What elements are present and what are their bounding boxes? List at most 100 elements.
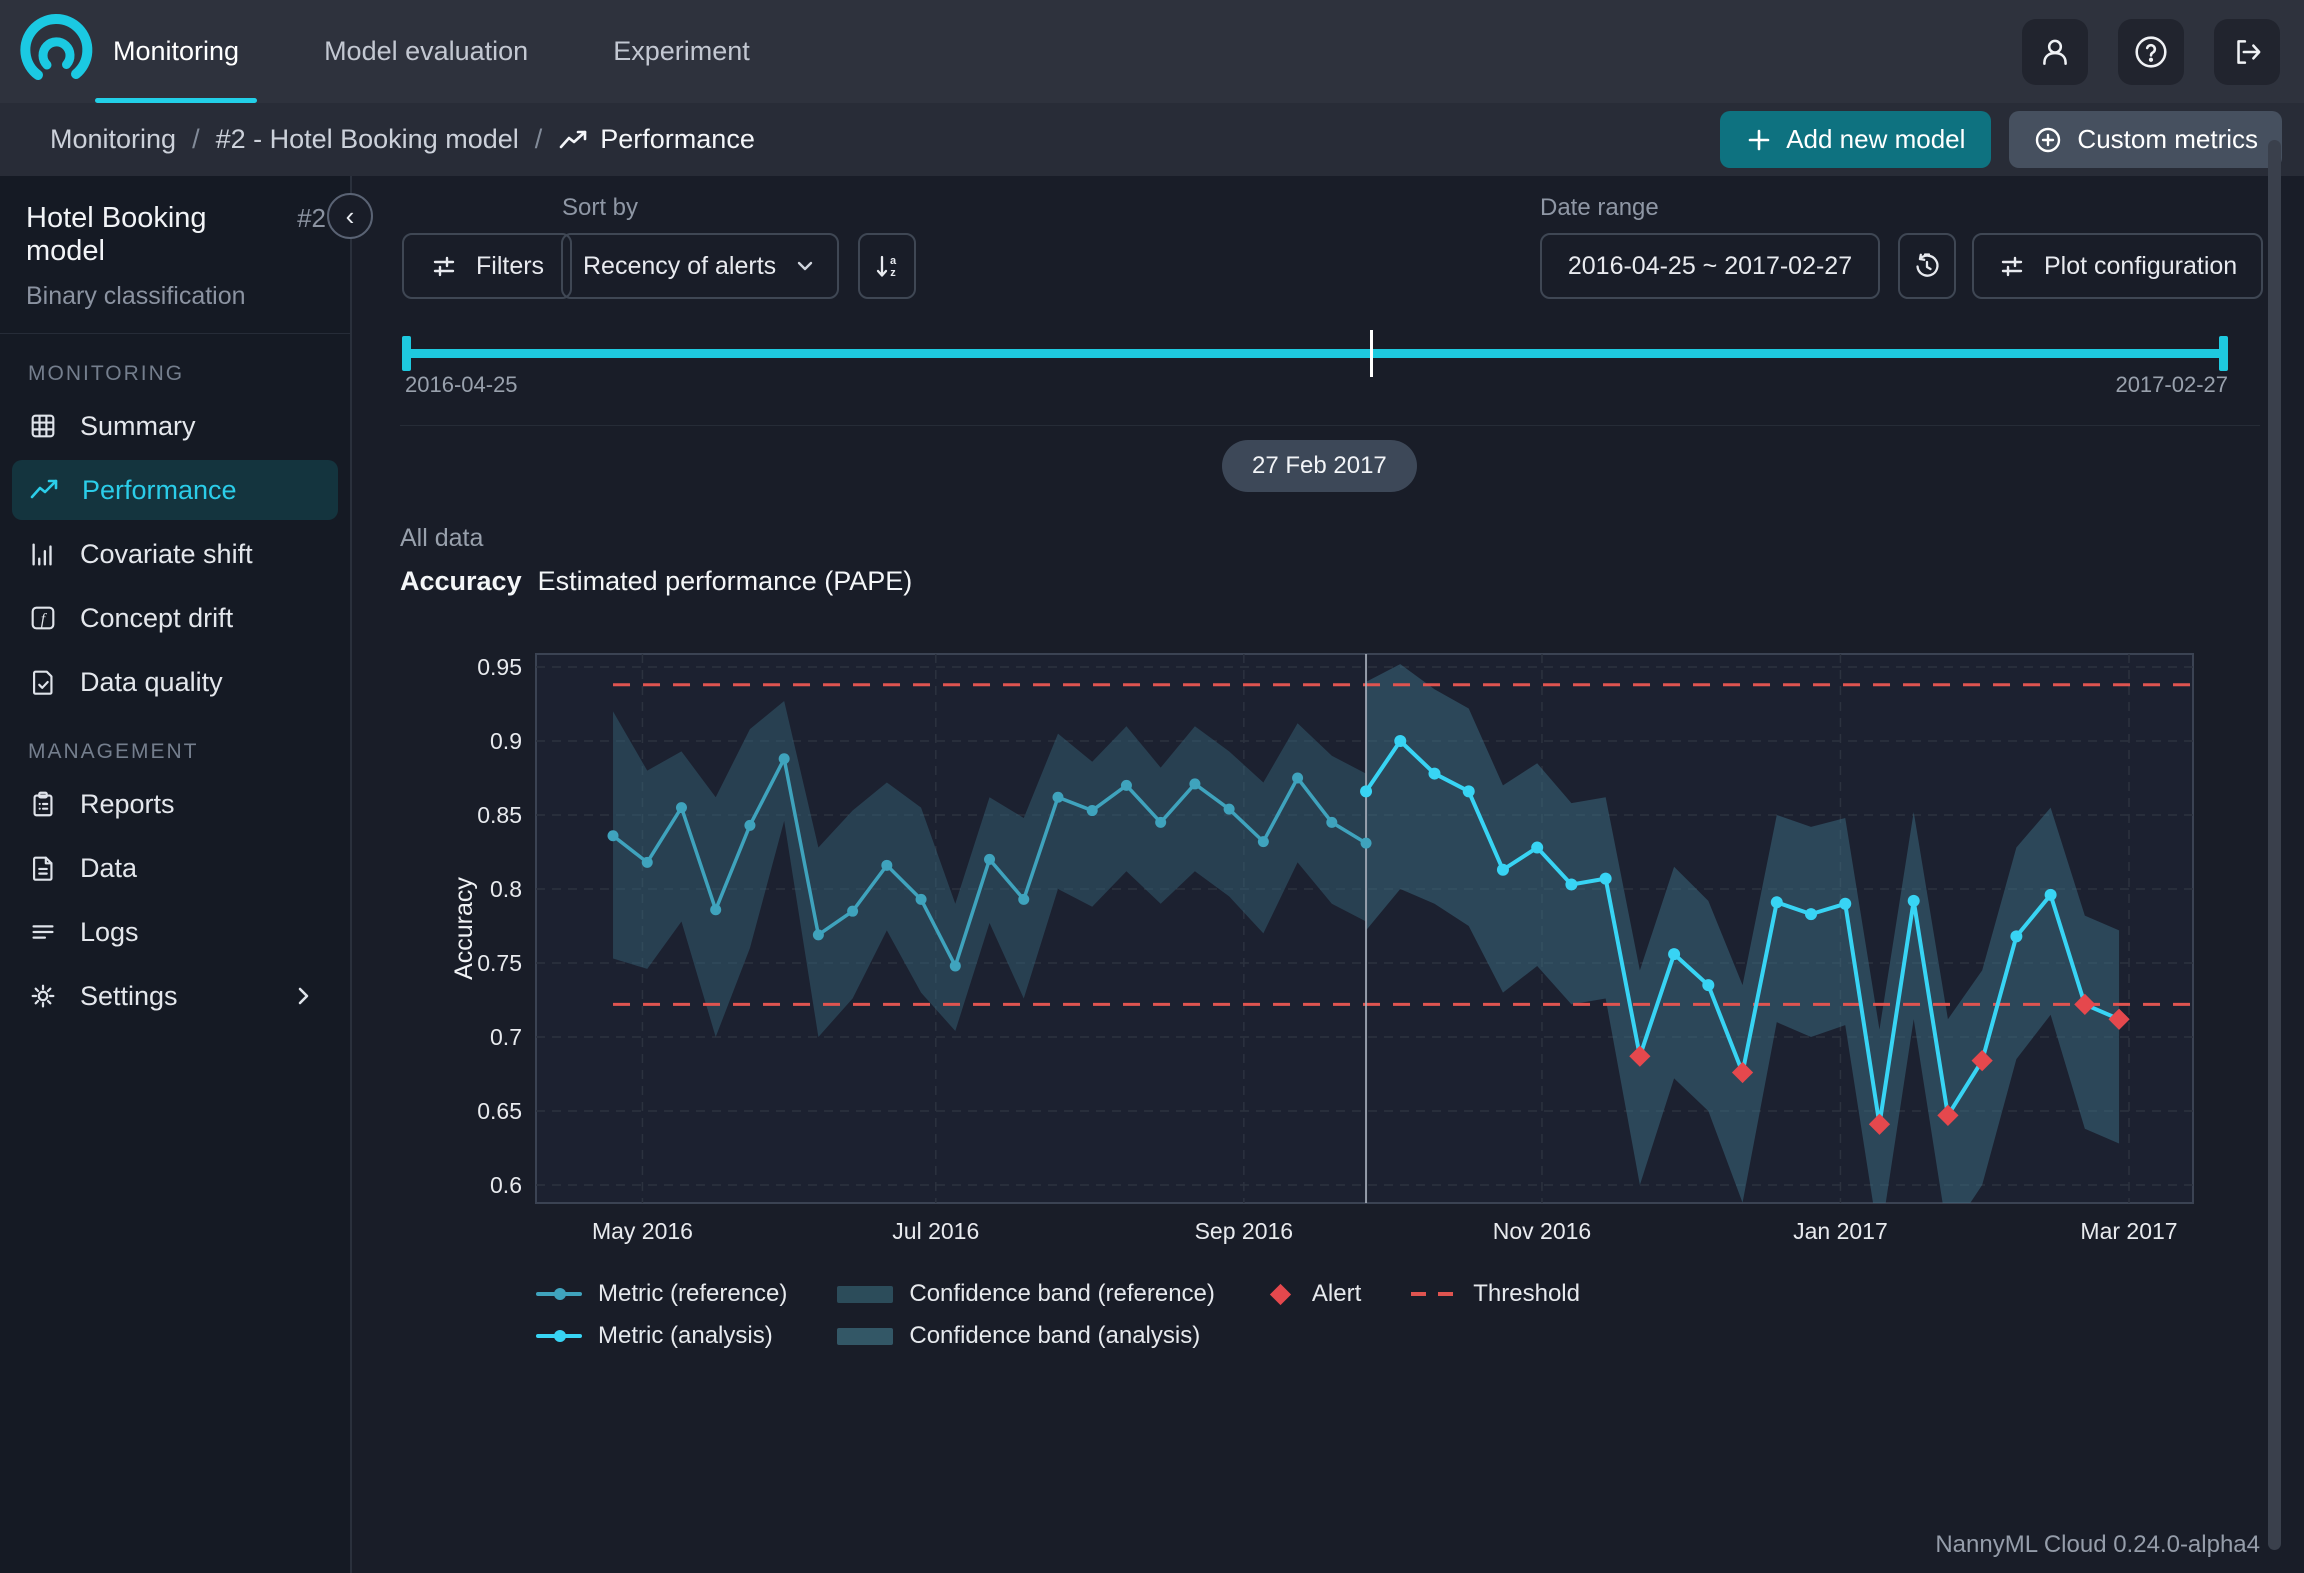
sidebar: Hotel Booking model #2 Binary classifica… [0,176,352,1573]
clipboard-icon [28,789,58,819]
legend-metric-analysis[interactable]: Metric (analysis) [536,1322,787,1350]
scrollbar[interactable] [2268,140,2281,1550]
metric-point [1292,773,1303,784]
cursor-date-pill: 27 Feb 2017 [1222,440,1417,492]
sidebar-item-settings[interactable]: Settings [12,966,338,1026]
performance-chart[interactable]: 0.950.90.850.80.750.70.650.6May 2016Jul … [392,640,2284,1290]
metric-point [813,929,824,940]
metric-point [1361,838,1372,849]
svg-text:May 2016: May 2016 [592,1218,693,1244]
sidebar-item-logs[interactable]: Logs [12,902,338,962]
legend-label: Confidence band (reference) [909,1280,1215,1308]
filters-button[interactable]: Filters [402,233,572,299]
plot-configuration-button[interactable]: Plot configuration [1972,233,2263,299]
metric-point [984,854,995,865]
custom-metrics-button[interactable]: Custom metrics [2009,111,2282,168]
metric-point [1463,785,1475,797]
user-icon [2037,34,2073,70]
svg-text:0.6: 0.6 [490,1172,522,1198]
breadcrumb-performance: Performance [558,124,755,155]
help-icon [2133,34,2169,70]
sidebar-section-management: MANAGEMENT [28,740,350,764]
tab-model-evaluation[interactable]: Model evaluation [306,0,546,103]
legend-threshold[interactable]: Threshold [1411,1280,1580,1308]
metric-point [1087,805,1098,816]
metric-point [1702,979,1714,991]
legend-label: Metric (analysis) [598,1322,773,1350]
svg-text:0.7: 0.7 [490,1024,522,1050]
metric-point [1121,780,1132,791]
sidebar-model-header: Hotel Booking model #2 Binary classifica… [0,176,350,334]
legend-label: Threshold [1473,1280,1580,1308]
breadcrumb-separator: / [192,124,200,155]
breadcrumb-model[interactable]: #2 - Hotel Booking model [216,124,519,155]
metric-point [1565,879,1577,891]
legend-metric-reference[interactable]: Metric (reference) [536,1280,787,1308]
tab-monitoring[interactable]: Monitoring [95,0,257,103]
sidebar-section-monitoring: MONITORING [28,362,350,386]
svg-text:a: a [890,255,897,267]
sidebar-item-covariate-shift[interactable]: Covariate shift [12,524,338,584]
metric-point [1052,792,1063,803]
sidebar-item-performance[interactable]: Performance [12,460,338,520]
user-profile-button[interactable] [2022,19,2088,85]
sort-direction-button[interactable]: a z [858,233,916,299]
svg-text:Nov 2016: Nov 2016 [1493,1218,1591,1244]
metric-point [1600,873,1612,885]
svg-text:0.85: 0.85 [477,802,522,828]
sidebar-item-data[interactable]: Data [12,838,338,898]
legend-band-analysis[interactable]: Confidence band (analysis) [837,1322,1215,1350]
add-new-model-button[interactable]: Add new model [1720,111,1991,168]
divider [400,425,2260,426]
model-number: #2 [297,203,326,234]
sidebar-item-data-quality[interactable]: Data quality [12,652,338,712]
bar-chart-icon [28,539,58,569]
legend-alert[interactable]: Alert [1265,1280,1361,1308]
sidebar-item-summary[interactable]: Summary [12,396,338,456]
sort-by-select[interactable]: Recency of alerts [561,233,839,299]
trend-up-icon [28,474,60,506]
app-version: NannyML Cloud 0.24.0-alpha4 [1935,1531,2260,1559]
legend-label: Confidence band (analysis) [909,1322,1200,1350]
logout-button[interactable] [2214,19,2280,85]
history-reset-button[interactable] [1898,233,1956,299]
tab-experiment[interactable]: Experiment [595,0,768,103]
file-icon [28,853,58,883]
sidebar-item-label: Data [80,853,137,884]
chart-title: Accuracy Estimated performance (PAPE) [400,566,912,597]
metric-point [847,906,858,917]
sort-alpha-icon: a z [871,250,903,282]
date-range-input[interactable]: 2016-04-25 ~ 2017-02-27 [1540,233,1880,299]
line-swatch-icon [536,1334,582,1338]
svg-text:0.8: 0.8 [490,876,522,902]
sidebar-item-label: Summary [80,411,196,442]
legend-band-reference[interactable]: Confidence band (reference) [837,1280,1215,1308]
trend-up-icon [558,125,588,155]
help-button[interactable] [2118,19,2184,85]
breadcrumb-monitoring[interactable]: Monitoring [50,124,176,155]
slider-track[interactable] [402,349,2228,358]
metric-point [779,753,790,764]
metric-point [1360,785,1372,797]
date-range-slider[interactable] [402,323,2228,383]
line-swatch-icon [536,1292,582,1296]
metric-point [1531,842,1543,854]
metric-point [1668,948,1680,960]
gear-icon [28,981,58,1011]
svg-text:Sep 2016: Sep 2016 [1195,1218,1293,1244]
nannyml-logo[interactable] [0,13,95,91]
sidebar-item-reports[interactable]: Reports [12,774,338,834]
lines-icon [28,917,58,947]
metric-name: Accuracy [400,566,522,597]
sort-by-value: Recency of alerts [583,252,776,281]
slider-handle-end[interactable] [2219,336,2228,371]
metric-point [1394,735,1406,747]
sidebar-item-concept-drift[interactable]: f Concept drift [12,588,338,648]
metric-point [1497,864,1509,876]
plus-icon [1746,127,1772,153]
sliders-icon [1998,251,2028,281]
slider-handle-start[interactable] [402,336,411,371]
slider-cursor[interactable] [1370,330,1373,377]
sidebar-collapse-button[interactable]: ‹ [327,193,373,239]
svg-text:Mar 2017: Mar 2017 [2080,1218,2177,1244]
